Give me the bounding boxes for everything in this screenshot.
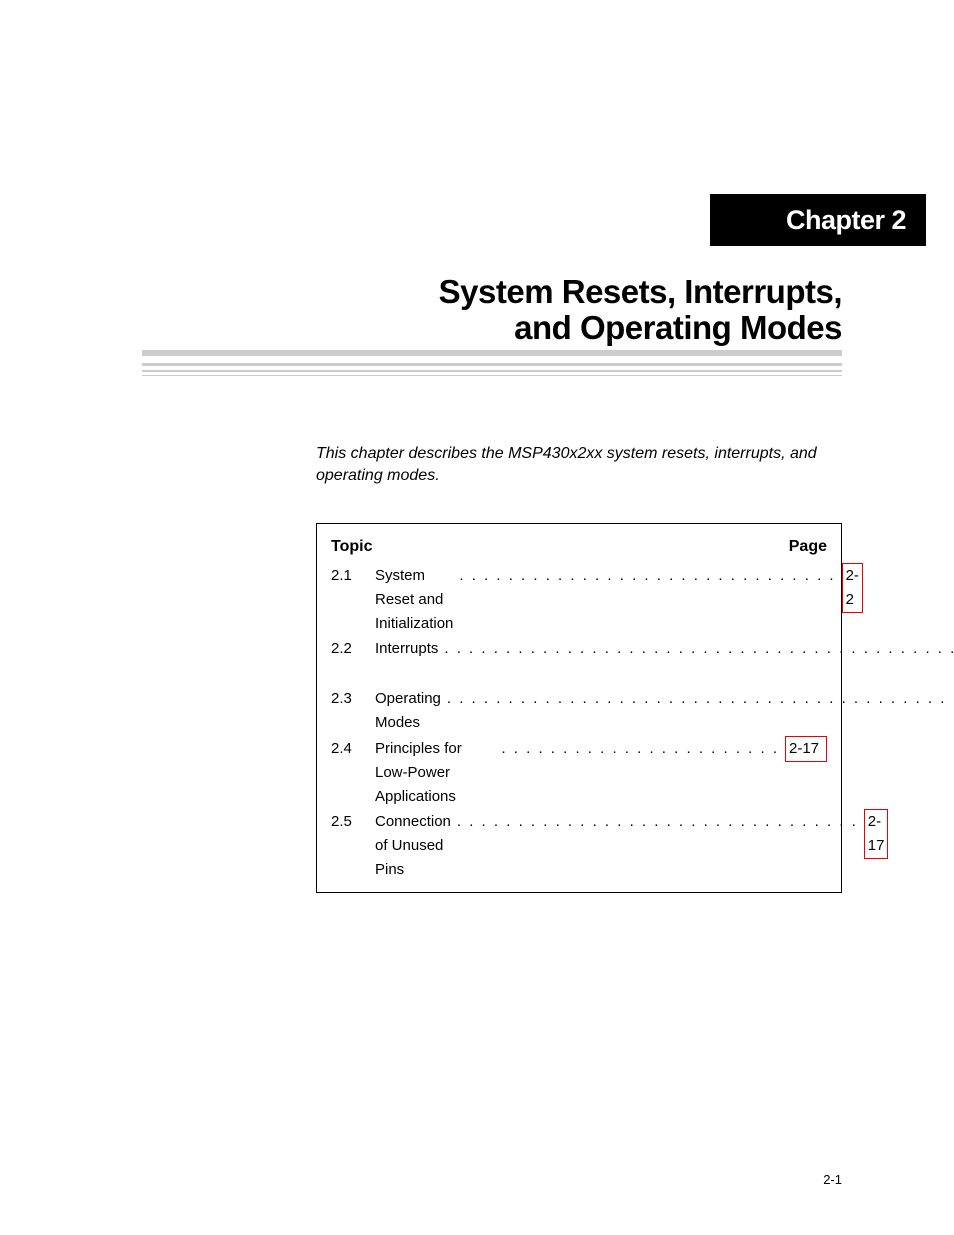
page-footer: 2-1 (823, 1172, 842, 1187)
toc-heading-page: Page (789, 534, 827, 560)
toc-section-number: 2.3 (331, 687, 375, 711)
divider-rule (142, 363, 842, 366)
page-title: System Resets, Interrupts, and Operating… (439, 274, 842, 347)
toc-item-label: Operating Modes (375, 687, 441, 735)
toc-dots: . . . . . . . . . . . . . . . . . . . . … (447, 687, 954, 711)
toc-dots: . . . . . . . . . . . . . . . . . . . . … (457, 810, 858, 834)
title-line-1: System Resets, Interrupts, (439, 274, 842, 310)
toc-page-link[interactable]: 2-17 (785, 736, 827, 762)
toc-section-number: 2.2 (331, 637, 375, 661)
toc-dots: . . . . . . . . . . . . . . . . . . . . … (444, 637, 954, 661)
toc-row: 2.2 Interrupts . . . . . . . . . . . . .… (331, 636, 827, 686)
toc-section-number: 2.1 (331, 564, 375, 588)
toc-section-number: 2.4 (331, 737, 375, 761)
toc-section-number: 2.5 (331, 810, 375, 834)
toc-dots: . . . . . . . . . . . . . . . . . . . . … (459, 564, 835, 588)
toc-item-label: Connection of Unused Pins (375, 810, 451, 882)
divider-rule (142, 375, 842, 376)
chapter-bar: Chapter 2 (710, 194, 926, 246)
toc-page-link[interactable]: 2-2 (842, 563, 863, 613)
toc-row: 2.4 Principles for Low-Power Application… (331, 736, 827, 809)
toc-item-label: Principles for Low-Power Applications (375, 737, 495, 809)
toc-dots: . . . . . . . . . . . . . . . . . . . . … (501, 737, 779, 761)
title-line-2: and Operating Modes (439, 310, 842, 346)
toc-heading-topic: Topic (331, 534, 789, 560)
divider-rule (142, 350, 842, 356)
divider-rule (142, 370, 842, 372)
chapter-intro: This chapter describes the MSP430x2xx sy… (316, 443, 842, 486)
toc-page-link[interactable]: 2-17 (864, 809, 889, 859)
chapter-label: Chapter 2 (786, 205, 906, 236)
toc-item-label: Interrupts (375, 637, 438, 661)
toc-item-label: System Reset and Initialization (375, 564, 453, 636)
toc-box: Topic Page 2.1 System Reset and Initiali… (316, 523, 842, 893)
toc-row: 2.5 Connection of Unused Pins . . . . . … (331, 809, 827, 882)
toc-row: 2.1 System Reset and Initialization . . … (331, 563, 827, 636)
toc-row: 2.3 Operating Modes . . . . . . . . . . … (331, 686, 827, 736)
